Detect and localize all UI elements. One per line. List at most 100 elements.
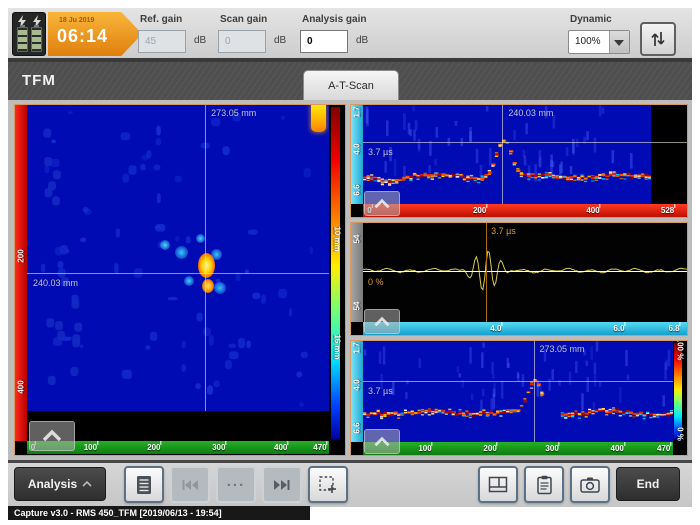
tick-label: 200 [473, 206, 486, 215]
tfm-image[interactable]: 273.05 mm 240.03 mm [27, 105, 329, 411]
report-list-button[interactable] [124, 466, 164, 503]
bscan-bottom-plot[interactable]: 273.05 mm 3.7 µs [363, 341, 673, 442]
selection-cross-icon [318, 475, 338, 495]
tick-label: 1.7 [353, 343, 362, 354]
indication-blob [196, 234, 205, 243]
ascan-plot[interactable]: 3.7 µs 0 % [363, 223, 687, 322]
skip-to-end-icon [272, 476, 292, 494]
analysis-gain-label: Analysis gain [302, 14, 366, 25]
end-button[interactable]: End [616, 467, 680, 501]
tick-label: 6.0 [613, 324, 624, 333]
tick-label: 4.0 [353, 143, 362, 154]
tick-label: 300 [545, 444, 558, 453]
scan-gain-label: Scan gain [220, 14, 267, 25]
time-text: 06:14 [57, 26, 108, 47]
ascan-cursor[interactable] [486, 223, 487, 322]
bscan-bottom-cursor-x-readout: 273.05 mm [540, 344, 585, 354]
date-text: 18 Ju 2019 [59, 17, 94, 24]
screenshot-button[interactable] [570, 466, 610, 503]
tick-label: 400 [586, 206, 599, 215]
status-bar: Capture v3.0 - RMS 450_TFM [2019/06/13 -… [8, 506, 310, 520]
tick-label: 6.6 [353, 185, 362, 196]
ref-gain-unit: dB [194, 35, 206, 46]
sort-arrows-icon [650, 28, 666, 50]
pan-home-icon [41, 429, 63, 443]
tick-label: 470 [313, 443, 326, 452]
tick-label: 200 [483, 444, 496, 453]
tick-label: 200 [147, 443, 160, 452]
indication-blob [175, 246, 188, 259]
end-button-label: End [637, 477, 660, 491]
pan-home-icon [373, 198, 391, 210]
ascan-amplitude-ruler[interactable]: 5454 [351, 223, 363, 322]
top-toolbar: 18 Ju 2019 06:14 Ref. gain dB Scan gain … [8, 8, 692, 58]
dynamic-dropdown[interactable]: 100% [568, 30, 630, 54]
dynamic-value: 100% [575, 36, 601, 47]
analysis-button-label: Analysis [28, 477, 77, 491]
pan-home-button[interactable] [29, 421, 75, 451]
dynamic-label: Dynamic [570, 14, 612, 25]
tick-label: 400 [274, 443, 287, 452]
scan-views-area: 200 400 273.05 mm 240.03 mm [8, 100, 692, 460]
pan-home-button[interactable] [364, 309, 400, 334]
pan-home-button[interactable] [364, 191, 400, 216]
tfm-y-ruler[interactable]: 200 400 [15, 105, 27, 441]
bscan-top-cursor-horizontal[interactable] [363, 142, 687, 143]
clipboard-icon [536, 475, 553, 495]
ascan-time-ruler[interactable]: 4.06.06.8 [363, 322, 687, 335]
chevron-up-icon [82, 480, 92, 488]
tick-label: 400 [611, 444, 624, 453]
tick-label: 200 [17, 250, 26, 263]
tfm-plot[interactable]: 273.05 mm 240.03 mm [27, 105, 329, 441]
ascan-panel: 5454 3.7 µs 0 % 4.06.06.8 [350, 222, 688, 336]
bscan-top-cursor-x-readout: 240.03 mm [508, 108, 553, 118]
report-button[interactable] [524, 466, 564, 503]
ref-gain-field [138, 30, 186, 53]
battery-2-icon [31, 27, 42, 52]
tfm-cursor-horizontal[interactable] [27, 273, 329, 274]
tick-label: 100 % [676, 340, 685, 360]
layout-button[interactable] [478, 466, 518, 503]
tick-label: 400 [17, 381, 26, 394]
corner-indication [311, 105, 326, 132]
tick-label: 54 [353, 302, 362, 311]
ascan-baseline [363, 271, 687, 272]
analysis-menu-button[interactable]: Analysis [14, 467, 106, 501]
bscan-bottom-time-ruler[interactable]: 1.74.06.6 [351, 341, 363, 442]
bscan-top-plot[interactable]: 240.03 mm 3.7 µs [363, 105, 687, 204]
bscan-top-x-ruler[interactable]: 0200400528 [363, 204, 687, 217]
analysis-gain-unit: dB [356, 35, 368, 46]
bscan-bottom-panel: 1.74.06.6 273.05 mm 3.7 µs 100 %0 % 1002… [350, 340, 688, 456]
bscan-top-cursor-y-readout: 3.7 µs [368, 147, 393, 157]
bscan-top-time-ruler[interactable]: 1.7 4.0 6.6 [351, 105, 363, 204]
analysis-gain-field[interactable] [300, 30, 348, 53]
chevron-down-icon [609, 31, 629, 53]
bscan-bottom-cursor-vertical[interactable] [534, 341, 535, 442]
ascan-baseline-readout: 0 % [368, 277, 384, 287]
capture-app: 18 Ju 2019 06:14 Ref. gain dB Scan gain … [0, 0, 700, 525]
datetime-display[interactable]: 18 Ju 2019 06:14 [48, 12, 142, 56]
tick-label: 1.7 [353, 106, 362, 117]
pan-home-icon [373, 436, 391, 448]
bscan-bottom-x-ruler[interactable]: 100200300400470 [363, 442, 673, 455]
bscan-bottom-cursor-horizontal[interactable] [363, 381, 673, 382]
more-frames-button[interactable]: ... [216, 466, 256, 503]
skip-to-end-button[interactable] [262, 466, 302, 503]
tick-label: 16 mm [333, 334, 342, 359]
tfm-depth-colorbar[interactable]: 10 mm16 mm [329, 105, 345, 441]
bscan-top-cursor-vertical[interactable] [502, 105, 503, 204]
selection-tool-button[interactable] [308, 466, 348, 503]
tab-at-scan[interactable]: A-T-Scan [303, 70, 399, 100]
tfm-cursor-vertical[interactable] [205, 105, 206, 411]
skip-to-start-button[interactable] [170, 466, 210, 503]
document-icon [135, 475, 153, 495]
pan-home-button[interactable] [364, 429, 400, 454]
tick-label: 528 [661, 206, 674, 215]
ascan-cursor-readout: 3.7 µs [491, 226, 516, 236]
tick-label: 0 % [676, 427, 685, 441]
tfm-end-view-panel: 200 400 273.05 mm 240.03 mm [14, 104, 346, 456]
tick-label: 4.0 [353, 380, 362, 391]
bscan-bottom-cursor-y-readout: 3.7 µs [368, 386, 393, 396]
swap-gain-button[interactable] [640, 22, 676, 56]
indication-blob [160, 240, 170, 250]
